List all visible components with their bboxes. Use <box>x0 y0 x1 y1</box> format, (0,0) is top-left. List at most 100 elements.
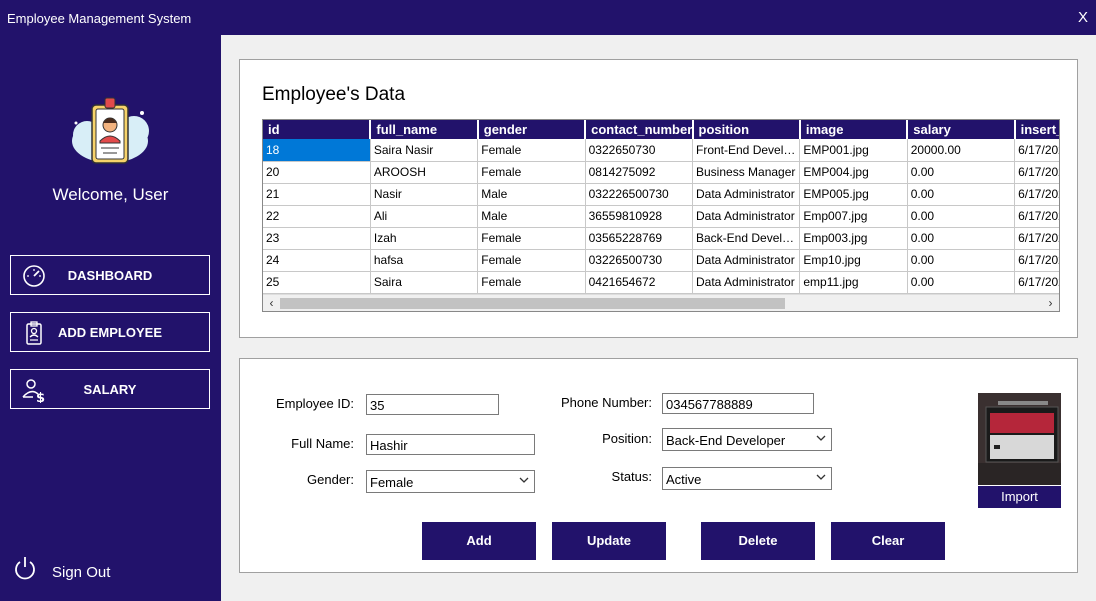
table-cell[interactable]: Female <box>477 249 586 272</box>
table-cell[interactable]: 24 <box>263 249 371 272</box>
table-cell[interactable]: hafsa <box>370 249 479 272</box>
sign-out-label: Sign Out <box>52 564 111 581</box>
table-cell[interactable]: 22 <box>263 205 371 228</box>
phone-number-input[interactable]: 034567788889 <box>662 393 814 414</box>
table-cell[interactable]: Data Administrator <box>692 183 801 206</box>
table-cell[interactable]: Data Administrator <box>692 205 801 228</box>
add-button[interactable]: Add <box>422 522 536 560</box>
table-cell[interactable]: 36559810928 <box>585 205 694 228</box>
import-button[interactable]: Import <box>978 486 1061 508</box>
column-header-position[interactable]: position <box>692 120 801 139</box>
table-row[interactable]: 21 Nasir Male 032226500730 Data Administrato… <box>263 183 1059 206</box>
table-cell[interactable]: Emp007.jpg <box>799 205 908 228</box>
table-cell[interactable]: 03226500730 <box>585 249 694 272</box>
table-cell[interactable]: 0.00 <box>907 227 1016 250</box>
table-cell[interactable]: Female <box>477 161 586 184</box>
table-cell[interactable]: 0322650730 <box>585 139 694 162</box>
scroll-right-icon[interactable]: › <box>1042 295 1059 311</box>
table-cell[interactable]: Female <box>477 271 586 294</box>
table-cell[interactable]: Female <box>477 139 586 162</box>
table-cell[interactable]: 6/17/2025 <box>1014 183 1059 206</box>
position-select[interactable]: Back-End Developer <box>662 428 832 451</box>
table-cell[interactable]: 6/17/2025 <box>1014 227 1059 250</box>
table-cell[interactable]: 6/17/2025 <box>1014 271 1059 294</box>
table-cell[interactable]: Emp003.jpg <box>799 227 908 250</box>
table-row[interactable]: 25 Saira Female 0421654672 Data Administrato… <box>263 271 1059 294</box>
update-button[interactable]: Update <box>552 522 666 560</box>
table-cell[interactable]: 0814275092 <box>585 161 694 184</box>
gender-select[interactable]: Female <box>366 470 535 493</box>
table-cell[interactable]: Nasir <box>370 183 479 206</box>
column-header-insert-date[interactable]: insert_date <box>1014 120 1059 139</box>
table-cell[interactable]: 032226500730 <box>585 183 694 206</box>
table-cell[interactable]: Female <box>477 227 586 250</box>
table-cell[interactable]: AROOSH <box>370 161 479 184</box>
table-header-row: id full_name gender contact_number position i… <box>263 120 1059 139</box>
add-employee-button[interactable]: ADD EMPLOYEE <box>10 312 210 352</box>
employee-id-input[interactable]: 35 <box>366 394 499 415</box>
table-cell[interactable]: 0.00 <box>907 249 1016 272</box>
table-cell[interactable]: Front-End Developer <box>692 139 801 162</box>
column-header-contact-number[interactable]: contact_number <box>585 120 694 139</box>
scroll-left-icon[interactable]: ‹ <box>263 295 280 311</box>
table-cell[interactable]: 6/17/2025 <box>1014 161 1059 184</box>
table-cell[interactable]: 6/17/2025 <box>1014 249 1059 272</box>
table-cell[interactable]: 6/17/2025 <box>1014 139 1059 162</box>
full-name-input[interactable]: Hashir <box>366 434 535 455</box>
status-select[interactable]: Active <box>662 467 832 490</box>
table-cell[interactable]: Data Administrator <box>692 271 801 294</box>
table-cell[interactable]: Ali <box>370 205 479 228</box>
table-cell[interactable]: emp11.jpg <box>799 271 908 294</box>
table-row[interactable]: 18 Saira Nasir Female 0322650730 Front-End D… <box>263 139 1059 162</box>
table-cell[interactable]: Male <box>477 205 586 228</box>
column-header-gender[interactable]: gender <box>477 120 587 139</box>
title-bar: Employee Management System X <box>0 0 1096 35</box>
table-cell[interactable]: 6/17/2025 <box>1014 205 1059 228</box>
table-row[interactable]: 23 Izah Female 03565228769 Back-End Develope… <box>263 227 1059 250</box>
table-cell[interactable]: 0.00 <box>907 161 1016 184</box>
table-cell[interactable]: 21 <box>263 183 371 206</box>
employee-data-grid[interactable]: id full_name gender contact_number position i… <box>262 119 1060 312</box>
table-cell[interactable]: Emp10.jpg <box>799 249 908 272</box>
table-cell[interactable]: EMP001.jpg <box>799 139 908 162</box>
table-cell[interactable]: 20 <box>263 161 371 184</box>
table-cell[interactable]: Saira Nasir <box>370 139 479 162</box>
table-cell[interactable]: 18 <box>263 139 371 162</box>
delete-button[interactable]: Delete <box>701 522 815 560</box>
employee-form-panel: Employee ID: 35 Full Name: Hashir Gender… <box>239 358 1078 573</box>
table-cell[interactable]: 0.00 <box>907 183 1016 206</box>
clear-button[interactable]: Clear <box>831 522 945 560</box>
table-row[interactable]: 24 hafsa Female 03226500730 Data Administrat… <box>263 249 1059 272</box>
dashboard-label: DASHBOARD <box>67 268 153 283</box>
table-cell[interactable]: Data Administrator <box>692 249 801 272</box>
table-cell[interactable]: 0.00 <box>907 205 1016 228</box>
table-cell[interactable]: Business Manager <box>692 161 801 184</box>
table-cell[interactable]: 23 <box>263 227 371 250</box>
table-cell[interactable]: EMP004.jpg <box>799 161 908 184</box>
position-value: Back-End Developer <box>666 433 786 448</box>
add-employee-label: ADD EMPLOYEE <box>57 325 162 340</box>
scrollbar-thumb[interactable] <box>280 298 785 309</box>
salary-button[interactable]: $ SALARY <box>10 369 210 409</box>
table-cell[interactable]: Saira <box>370 271 479 294</box>
table-cell[interactable]: 25 <box>263 271 371 294</box>
table-cell[interactable]: Izah <box>370 227 479 250</box>
horizontal-scrollbar[interactable]: ‹ › <box>263 294 1059 311</box>
column-header-salary[interactable]: salary <box>907 120 1016 139</box>
dashboard-button[interactable]: DASHBOARD <box>10 255 210 295</box>
column-header-id[interactable]: id <box>263 120 372 139</box>
table-row[interactable]: 20 AROOSH Female 0814275092 Business Manager… <box>263 161 1059 184</box>
table-cell[interactable]: 03565228769 <box>585 227 694 250</box>
column-header-full-name[interactable]: full_name <box>370 120 479 139</box>
table-cell[interactable]: EMP005.jpg <box>799 183 908 206</box>
table-cell[interactable]: 0421654672 <box>585 271 694 294</box>
table-cell[interactable]: Back-End Developer <box>692 227 801 250</box>
chevron-down-icon <box>816 474 826 480</box>
table-cell[interactable]: 20000.00 <box>907 139 1016 162</box>
table-cell[interactable]: Male <box>477 183 586 206</box>
table-row[interactable]: 22 Ali Male 36559810928 Data Administrator Em… <box>263 205 1059 228</box>
table-cell[interactable]: 0.00 <box>907 271 1016 294</box>
column-header-image[interactable]: image <box>799 120 909 139</box>
close-button[interactable]: X <box>1078 9 1088 26</box>
employee-id-label: Employee ID: <box>275 396 354 411</box>
